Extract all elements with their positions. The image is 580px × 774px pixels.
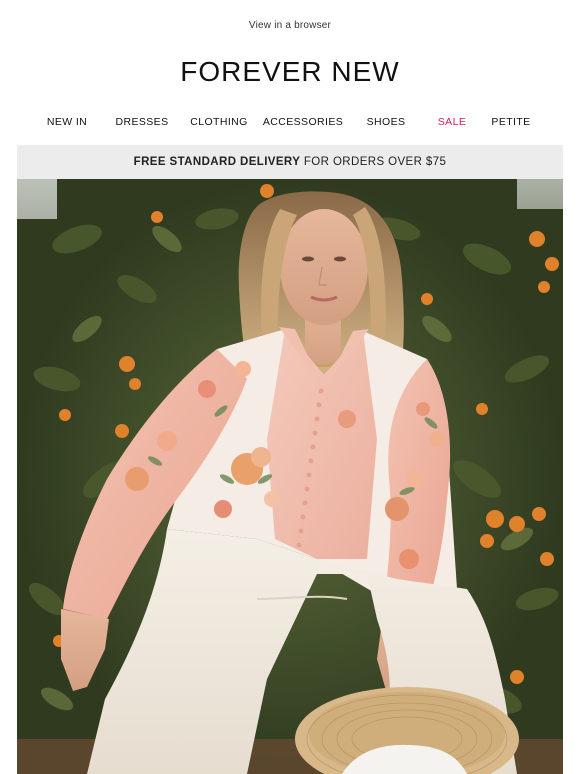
- nav-item-petite[interactable]: PETITE: [491, 116, 530, 128]
- nav-item-accessories[interactable]: ACCESSORIES: [263, 116, 343, 128]
- brand-logo[interactable]: FOREVER NEW: [0, 56, 580, 88]
- hero-illustration: [17, 179, 563, 774]
- nav-item-shoes[interactable]: SHOES: [367, 116, 406, 128]
- view-in-browser-link[interactable]: View in a browser: [0, 20, 580, 31]
- delivery-banner-bold: FREE STANDARD DELIVERY: [133, 156, 301, 168]
- main-nav: NEW IN DRESSES CLOTHING ACCESSORIES SHOE…: [0, 116, 580, 130]
- hero-image[interactable]: [17, 179, 563, 774]
- nav-item-clothing[interactable]: CLOTHING: [190, 116, 247, 128]
- nav-item-sale[interactable]: SALE: [438, 116, 466, 128]
- nav-item-dresses[interactable]: DRESSES: [116, 116, 169, 128]
- delivery-banner[interactable]: FREE STANDARD DELIVERY FOR ORDERS OVER $…: [17, 145, 563, 179]
- nav-item-new-in[interactable]: NEW IN: [47, 116, 87, 128]
- delivery-banner-text: FOR ORDERS OVER $75: [300, 156, 447, 168]
